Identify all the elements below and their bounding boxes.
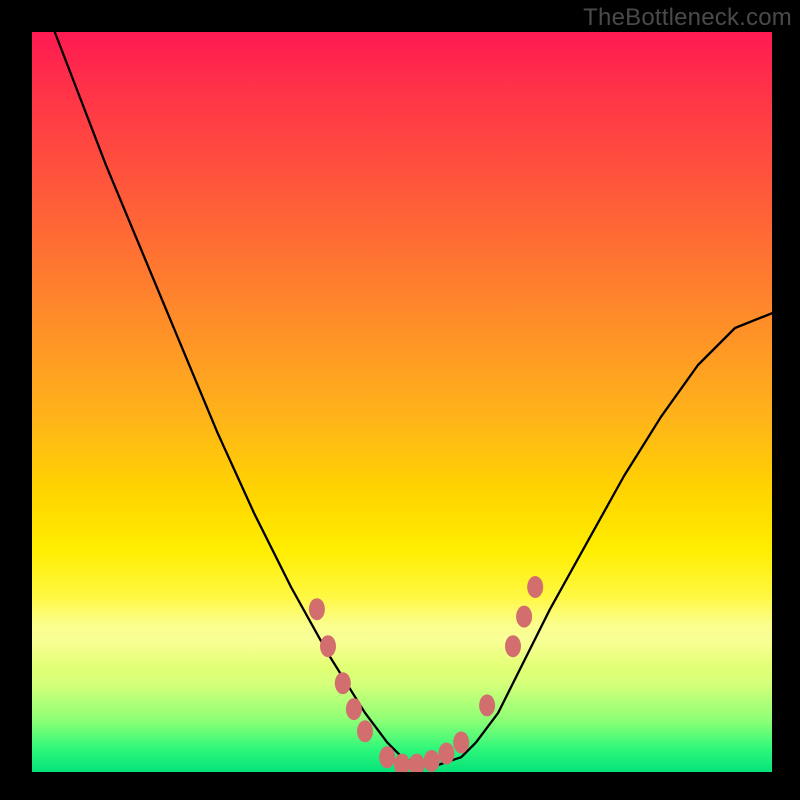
curve-marker	[516, 606, 532, 628]
curve-marker	[453, 731, 469, 753]
curve-marker	[335, 672, 351, 694]
curve-marker	[505, 635, 521, 657]
watermark-text: TheBottleneck.com	[583, 4, 792, 32]
bottleneck-curve	[32, 32, 772, 765]
curve-marker	[320, 635, 336, 657]
curve-marker	[527, 576, 543, 598]
curve-marker	[409, 754, 425, 772]
curve-marker	[479, 694, 495, 716]
curve-marker	[357, 720, 373, 742]
curve-marker	[379, 746, 395, 768]
curve-marker	[438, 743, 454, 765]
curve-svg	[32, 32, 772, 772]
markers-group	[309, 576, 543, 772]
curve-marker	[346, 698, 362, 720]
curve-marker	[309, 598, 325, 620]
chart-frame: TheBottleneck.com	[0, 0, 800, 800]
curve-marker	[424, 750, 440, 772]
plot-area	[32, 32, 772, 772]
curve-marker	[394, 754, 410, 772]
